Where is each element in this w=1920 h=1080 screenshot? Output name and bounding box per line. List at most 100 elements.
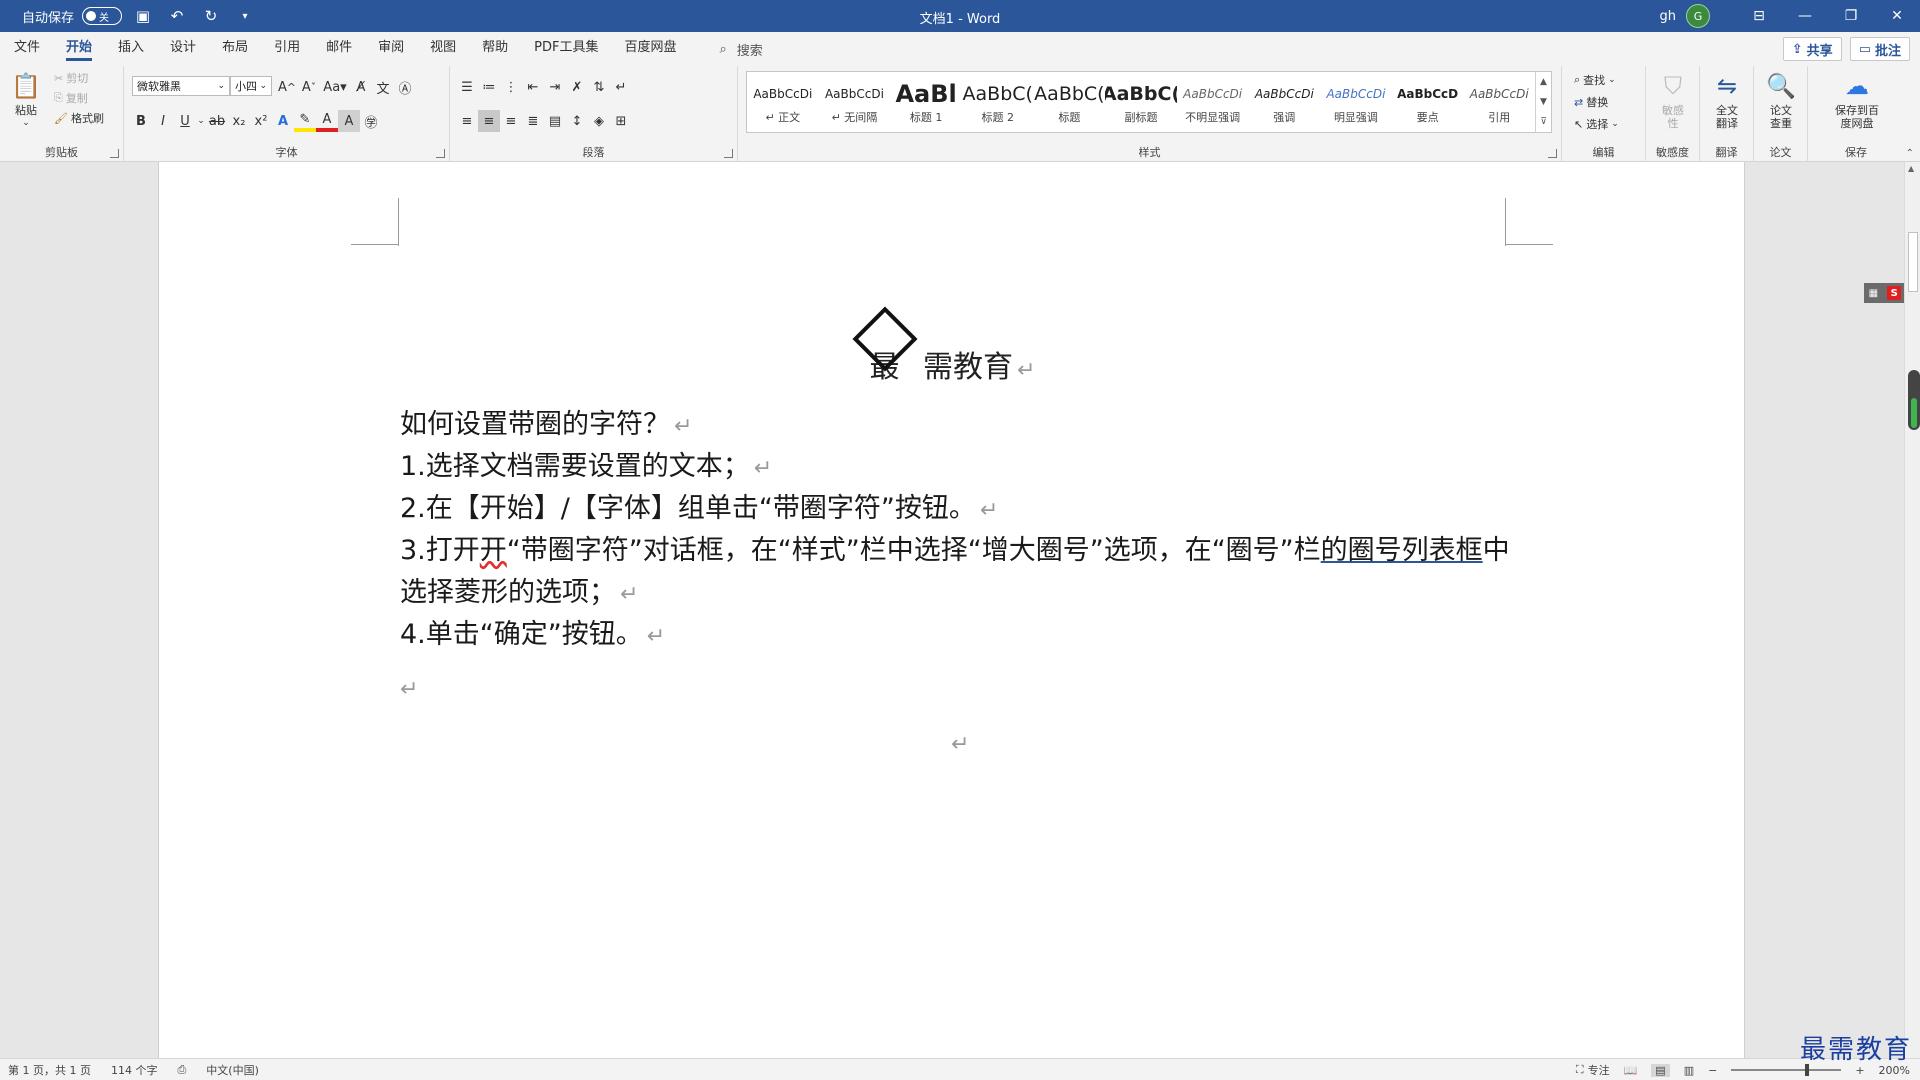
shading-icon[interactable]: ◈ — [588, 110, 610, 132]
chevron-up-icon[interactable]: ▲ — [1540, 77, 1547, 87]
document-page[interactable]: 最 需教育 ↵ 如何设置带圈的字符？ ↵ 1.选择文档需要设置的文本； ↵ 2.在【开… — [158, 162, 1745, 1058]
page-count[interactable]: 第 1 页，共 1 页 — [8, 1062, 91, 1078]
shrink-font-icon[interactable]: Aˇ — [298, 76, 320, 98]
full-translate-button[interactable]: ⇋ 全文翻译 — [1708, 70, 1746, 131]
replace-button[interactable]: ⇄ 替换 — [1574, 94, 1608, 110]
read-mode-icon[interactable]: 📖 — [1624, 1064, 1638, 1077]
sensitivity-button[interactable]: ⛉ 敏感性 — [1654, 70, 1692, 131]
proofing-icon[interactable]: ⎙ — [177, 1063, 186, 1077]
tab-pdf-tools[interactable]: PDF工具集 — [521, 32, 611, 66]
avatar[interactable]: G — [1686, 4, 1710, 28]
sort-icon[interactable]: ⇅ — [588, 76, 610, 98]
style-intense-emphasis[interactable]: AaBbCcDi 明显强调 — [1320, 72, 1392, 132]
share-button[interactable]: ⇪ 共享 — [1782, 37, 1842, 61]
paragraph-launcher[interactable] — [724, 149, 733, 158]
tab-baidu-netdisk[interactable]: 百度网盘 — [611, 32, 689, 66]
ribbon-display-icon[interactable]: ⊟ — [1736, 0, 1782, 32]
style-quote[interactable]: AaBbCcDi 引用 — [1463, 72, 1535, 132]
close-icon[interactable]: ✕ — [1874, 0, 1920, 32]
zoom-out-icon[interactable]: − — [1708, 1064, 1717, 1077]
web-layout-icon[interactable]: ▥ — [1684, 1064, 1694, 1077]
minimize-icon[interactable]: — — [1782, 0, 1828, 32]
clipboard-launcher[interactable] — [110, 149, 119, 158]
style-strong[interactable]: AaBbCcD 要点 — [1392, 72, 1464, 132]
grow-font-icon[interactable]: A ^ — [276, 76, 298, 98]
styles-launcher[interactable] — [1548, 149, 1557, 158]
tab-review[interactable]: 审阅 — [365, 32, 417, 66]
text-effects-icon[interactable]: A — [272, 110, 294, 132]
enclose-characters-icon[interactable]: ㊫ — [360, 110, 382, 132]
bullets-icon[interactable]: ☰ — [456, 76, 478, 98]
customize-toolbar-icon[interactable]: ▾ — [232, 3, 258, 29]
more-styles-icon[interactable]: ⊽ — [1540, 117, 1547, 127]
numbering-icon[interactable]: ≔ — [478, 76, 500, 98]
tab-view[interactable]: 视图 — [417, 32, 469, 66]
style-title[interactable]: AaBbC(标题 — [1034, 72, 1106, 132]
align-left-icon[interactable]: ≡ — [456, 110, 478, 132]
zoom-slider[interactable] — [1731, 1064, 1842, 1076]
tab-layout[interactable]: 布局 — [209, 32, 261, 66]
subscript-icon[interactable]: x₂ — [228, 110, 250, 132]
multilevel-list-icon[interactable]: ⋮ — [500, 76, 522, 98]
justify-icon[interactable]: ≣ — [522, 110, 544, 132]
save-to-baidu-button[interactable]: ☁ 保存到百度网盘 — [1822, 70, 1892, 131]
user-name[interactable]: gh — [1660, 9, 1677, 24]
search-box[interactable]: ⌕ 搜索 — [720, 40, 763, 59]
print-layout-icon[interactable]: ▤ — [1651, 1063, 1670, 1077]
style-normal[interactable]: AaBbCcDi ↵ 正文 — [747, 72, 819, 132]
paper-check-button[interactable]: 🔍 论文查重 — [1762, 70, 1800, 131]
undo-icon[interactable]: ↶ — [164, 3, 190, 29]
underline-icon[interactable]: U — [174, 110, 196, 132]
copy-button[interactable]: ⎘ 复制 — [54, 90, 88, 106]
find-button[interactable]: ⌕ 查找 ⌄ — [1574, 72, 1616, 88]
phonetic-guide-icon[interactable]: 文 — [372, 76, 394, 98]
font-name-combo[interactable]: 微软雅黑 ⌄ — [132, 76, 230, 96]
style-emphasis[interactable]: AaBbCcDi 强调 — [1248, 72, 1320, 132]
superscript-icon[interactable]: x² — [250, 110, 272, 132]
bold-icon[interactable]: B — [130, 110, 152, 132]
tab-mailings[interactable]: 邮件 — [313, 32, 365, 66]
increase-indent-icon[interactable]: ⇥ — [544, 76, 566, 98]
select-button[interactable]: ↖ 选择 ⌄ — [1574, 116, 1619, 132]
highlight-icon[interactable]: ✎ — [294, 110, 316, 132]
align-right-icon[interactable]: ≡ — [500, 110, 522, 132]
tab-insert[interactable]: 插入 — [105, 32, 157, 66]
align-center-icon[interactable]: ≡ — [478, 110, 500, 132]
chinese-layout-icon[interactable]: ✗ — [566, 76, 588, 98]
font-color-icon[interactable]: A — [316, 110, 338, 132]
decrease-indent-icon[interactable]: ⇤ — [522, 76, 544, 98]
font-size-combo[interactable]: 小四 ⌄ — [230, 76, 272, 96]
word-count[interactable]: 114 个字 — [111, 1062, 158, 1078]
scroll-thumb[interactable] — [1908, 232, 1918, 292]
save-icon[interactable]: ▣ — [130, 3, 156, 29]
collapse-ribbon-icon[interactable]: ⌃ — [1906, 148, 1914, 159]
chevron-down-icon[interactable]: ▼ — [1540, 97, 1547, 107]
show-marks-icon[interactable]: ↵ — [610, 76, 632, 98]
style-no-spacing[interactable]: AaBbCcDi ↵ 无间隔 — [819, 72, 891, 132]
chevron-down-icon[interactable]: ⌄ — [196, 110, 206, 132]
change-case-icon[interactable]: Aa▾ — [320, 76, 350, 98]
clear-format-icon[interactable]: A̸ — [350, 76, 372, 98]
redo-icon[interactable]: ↻ — [198, 3, 224, 29]
style-heading-2[interactable]: AaBbC(标题 2 — [962, 72, 1034, 132]
tab-home[interactable]: 开始 — [53, 32, 105, 66]
line-spacing-icon[interactable]: ↕ — [566, 110, 588, 132]
restore-icon[interactable]: ❐ — [1828, 0, 1874, 32]
cut-button[interactable]: ✂ 剪切 — [54, 70, 88, 86]
format-painter-button[interactable]: 🖌 格式刷 — [54, 110, 104, 126]
tab-help[interactable]: 帮助 — [469, 32, 521, 66]
strikethrough-icon[interactable]: ab — [206, 110, 228, 132]
scroll-up-icon[interactable]: ▲ — [1908, 164, 1914, 173]
language-indicator[interactable]: 中文(中国) — [206, 1062, 259, 1078]
tab-design[interactable]: 设计 — [157, 32, 209, 66]
style-subtitle[interactable]: AaBbC(副标题 — [1105, 72, 1177, 132]
character-border-icon[interactable]: Ⓐ — [394, 76, 416, 98]
tab-references[interactable]: 引用 — [261, 32, 313, 66]
comments-button[interactable]: ▭ 批注 — [1849, 37, 1910, 61]
italic-icon[interactable]: I — [152, 110, 174, 132]
font-launcher[interactable] — [436, 149, 445, 158]
focus-button[interactable]: ⛶ 专注 — [1576, 1062, 1610, 1078]
styles-scroll[interactable]: ▲ ▼ ⊽ — [1535, 72, 1551, 132]
character-shading-icon[interactable]: A — [338, 110, 360, 132]
paste-button[interactable]: 📋 粘贴 ⌄ — [10, 70, 42, 130]
